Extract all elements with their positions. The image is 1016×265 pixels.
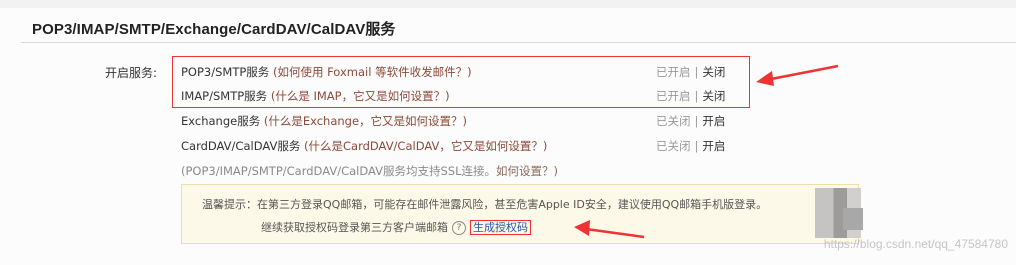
- separator: |: [694, 139, 699, 153]
- service-name: Exchange服务 (什么是Exchange，它又是如何设置？): [181, 113, 467, 129]
- annotation-box: [172, 56, 750, 108]
- service-label: Exchange服务: [181, 114, 261, 128]
- status-text: 已关闭: [656, 139, 691, 153]
- service-help-link[interactable]: (什么是CardDAV/CalDAV，它又是如何设置？): [300, 139, 547, 153]
- ssl-note-text: (POP3/IMAP/SMTP/CardDAV/CalDAV服务均支持SSL连接…: [181, 164, 497, 178]
- settings-panel: POP3/IMAP/SMTP/Exchange/CardDAV/CalDAV服务…: [0, 0, 1016, 265]
- ssl-note: (POP3/IMAP/SMTP/CardDAV/CalDAV服务均支持SSL连接…: [181, 163, 558, 179]
- service-status: 已关闭 | 开启: [656, 113, 725, 129]
- service-row-exchange: Exchange服务 (什么是Exchange，它又是如何设置？) 已关闭 | 开启: [181, 110, 741, 132]
- watermark: https://blog.csdn.net/qq_47584780: [823, 237, 1008, 251]
- divider: [21, 42, 1016, 43]
- tip-line-1: 温馨提示：在第三方登录QQ邮箱，可能存在邮件泄露风险，甚至危害Apple ID安…: [202, 198, 768, 211]
- toggle-on-link[interactable]: 开启: [702, 139, 725, 153]
- status-text: 已关闭: [656, 114, 691, 128]
- question-icon[interactable]: ?: [452, 221, 466, 235]
- enable-services-label: 开启服务:: [105, 66, 158, 80]
- service-status: 已关闭 | 开启: [656, 138, 725, 154]
- separator: |: [694, 114, 699, 128]
- blurred-image-part: [843, 208, 863, 230]
- service-name: CardDAV/CalDAV服务 (什么是CardDAV/CalDAV，它又是如…: [181, 138, 547, 154]
- annotation-arrow-icon: [574, 220, 645, 239]
- annotation-arrow-icon: [756, 64, 839, 86]
- toggle-on-link[interactable]: 开启: [702, 114, 725, 128]
- ssl-help-link[interactable]: 如何设置？): [496, 164, 558, 178]
- top-band: [0, 0, 1016, 8]
- tip-line-2: 继续获取授权码登录第三方客户端邮箱? 生成授权码: [261, 219, 531, 235]
- section-title: POP3/IMAP/SMTP/Exchange/CardDAV/CalDAV服务: [32, 21, 396, 38]
- tip-line-2-text: 继续获取授权码登录第三方客户端邮箱: [261, 221, 448, 234]
- tip-box: 温馨提示：在第三方登录QQ邮箱，可能存在邮件泄露风险，甚至危害Apple ID安…: [181, 184, 859, 244]
- service-help-link[interactable]: (什么是Exchange，它又是如何设置？): [260, 114, 467, 128]
- service-label: CardDAV/CalDAV服务: [181, 139, 301, 153]
- generate-auth-code-button[interactable]: 生成授权码: [470, 220, 531, 235]
- service-row-carddav: CardDAV/CalDAV服务 (什么是CardDAV/CalDAV，它又是如…: [181, 135, 741, 157]
